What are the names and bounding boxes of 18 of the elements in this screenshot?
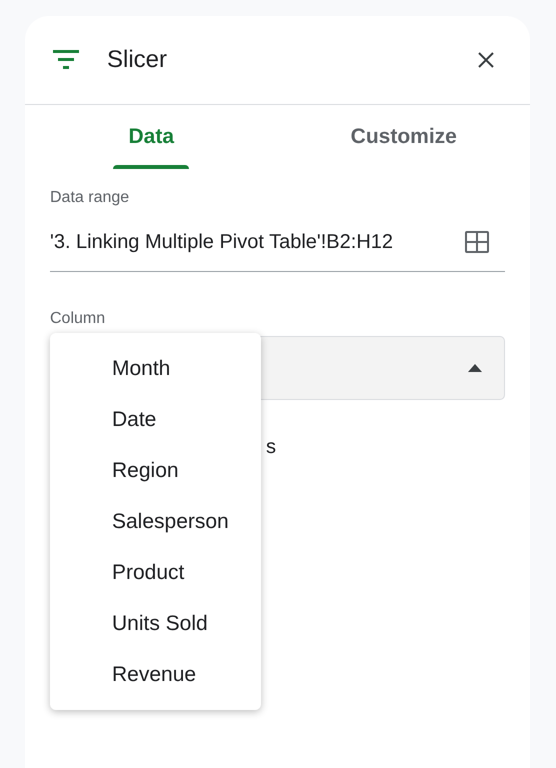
option-label: s [266, 436, 276, 458]
menu-item[interactable]: Month [50, 343, 261, 394]
field-label: Data range [50, 189, 130, 207]
filter-icon [53, 50, 79, 70]
menu-item[interactable]: Salesperson [50, 496, 261, 547]
tab[interactable]: Customize [278, 105, 530, 169]
close-icon[interactable] [478, 52, 494, 68]
menu-item[interactable]: Revenue [50, 649, 261, 700]
menu-item[interactable]: Region [50, 445, 261, 496]
tab[interactable]: Data [25, 105, 278, 169]
grid-icon[interactable] [465, 231, 489, 253]
menu-item[interactable]: Units Sold [50, 598, 261, 649]
caret-icon [468, 364, 482, 372]
menu-item[interactable]: Date [50, 394, 261, 445]
panel-title: Slicer [107, 46, 168, 74]
menu-item[interactable]: Product [50, 547, 261, 598]
field-label: Column [50, 310, 106, 328]
data-range-field[interactable]: '3. Linking Multiple Pivot Table'!B2:H12 [50, 213, 505, 272]
